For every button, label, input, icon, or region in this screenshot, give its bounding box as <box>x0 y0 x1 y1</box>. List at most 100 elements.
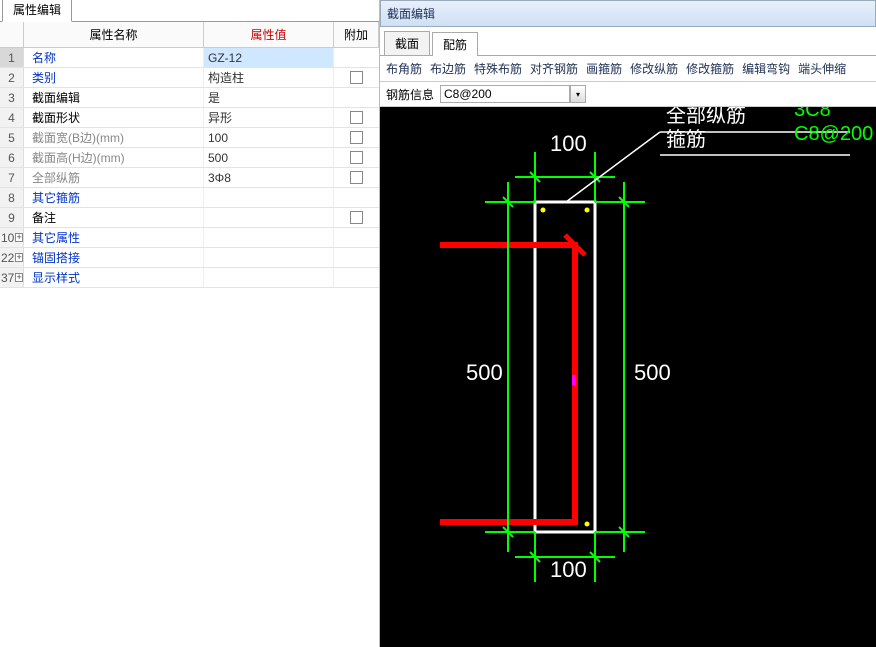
rebar-input-row: 钢筋信息 ▾ <box>380 82 876 107</box>
dim-top-text: 100 <box>550 131 587 157</box>
rebar-toolbar: 布角筋布边筋特殊布筋对齐钢筋画箍筋修改纵筋修改箍筋编辑弯钩端头伸缩 <box>380 56 876 82</box>
dim-bottom-text: 100 <box>550 557 587 583</box>
property-row[interactable]: 7全部纵筋3Φ8 <box>0 168 379 188</box>
add-checkbox[interactable] <box>350 171 363 184</box>
row-number: 6 <box>0 148 24 167</box>
property-value[interactable]: 是 <box>204 88 334 107</box>
property-value[interactable]: 异形 <box>204 108 334 127</box>
property-row[interactable]: 10+其它属性 <box>0 228 379 248</box>
toolbar-action[interactable]: 特殊布筋 <box>474 60 522 77</box>
add-checkbox[interactable] <box>350 111 363 124</box>
expand-icon[interactable]: + <box>15 253 23 262</box>
property-add-cell <box>334 131 379 144</box>
rebar-dot <box>585 208 590 213</box>
header-name: 属性名称 <box>24 22 204 47</box>
row-number: 5 <box>0 128 24 147</box>
dropdown-icon[interactable]: ▾ <box>570 85 586 103</box>
row-number: 22+ <box>0 248 24 267</box>
add-checkbox[interactable] <box>350 151 363 164</box>
property-row[interactable]: 3截面编辑是 <box>0 88 379 108</box>
expand-icon[interactable]: + <box>15 273 23 282</box>
section-tabs: 截面 配筋 <box>380 27 876 56</box>
rebar-input-label: 钢筋信息 <box>386 86 434 103</box>
property-name: 其它箍筋 <box>24 188 204 207</box>
property-value[interactable] <box>204 248 334 267</box>
header-num <box>0 22 24 47</box>
expand-icon[interactable]: + <box>15 233 23 242</box>
dim-left-text: 500 <box>466 360 503 386</box>
tab-rebar[interactable]: 配筋 <box>432 32 478 56</box>
rebar-dot <box>585 522 590 527</box>
property-name: 截面高(H边)(mm) <box>24 148 204 167</box>
property-add-cell <box>334 211 379 224</box>
property-value[interactable]: 构造柱 <box>204 68 334 87</box>
property-value[interactable]: GZ-12 <box>204 48 334 67</box>
property-name: 截面编辑 <box>24 88 204 107</box>
section-outline <box>535 202 595 532</box>
property-value[interactable] <box>204 228 334 247</box>
property-name: 名称 <box>24 48 204 67</box>
row-number: 7 <box>0 168 24 187</box>
tab-section[interactable]: 截面 <box>384 31 430 55</box>
grid-header: 属性名称 属性值 附加 <box>0 22 379 48</box>
property-name: 其它属性 <box>24 228 204 247</box>
property-row[interactable]: 22+锚固搭接 <box>0 248 379 268</box>
toolbar-action[interactable]: 布边筋 <box>430 60 466 77</box>
rebar-info-input[interactable] <box>440 85 570 103</box>
property-value[interactable] <box>204 208 334 227</box>
property-value[interactable]: 500 <box>204 148 334 167</box>
toolbar-action[interactable]: 修改纵筋 <box>630 60 678 77</box>
toolbar-action[interactable]: 对齐钢筋 <box>530 60 578 77</box>
property-name: 截面形状 <box>24 108 204 127</box>
property-value[interactable] <box>204 188 334 207</box>
property-row[interactable]: 37+显示样式 <box>0 268 379 288</box>
property-value[interactable]: 100 <box>204 128 334 147</box>
property-row[interactable]: 6截面高(H边)(mm)500 <box>0 148 379 168</box>
row-number: 4 <box>0 108 24 127</box>
property-add-cell <box>334 111 379 124</box>
property-add-cell <box>334 71 379 84</box>
property-row[interactable]: 5截面宽(B边)(mm)100 <box>0 128 379 148</box>
property-value[interactable] <box>204 268 334 287</box>
header-value: 属性值 <box>204 22 334 47</box>
section-edit-panel: 截面编辑 截面 配筋 布角筋布边筋特殊布筋对齐钢筋画箍筋修改纵筋修改箍筋编辑弯钩… <box>380 0 876 647</box>
center-marker <box>572 375 576 385</box>
property-name: 类别 <box>24 68 204 87</box>
row-number: 2 <box>0 68 24 87</box>
header-add: 附加 <box>334 22 379 47</box>
toolbar-action[interactable]: 修改箍筋 <box>686 60 734 77</box>
row-number: 8 <box>0 188 24 207</box>
tab-property-edit[interactable]: 属性编辑 <box>2 0 72 22</box>
add-checkbox[interactable] <box>350 211 363 224</box>
section-header: 截面编辑 <box>380 0 876 27</box>
ann-stirrup-label: 箍筋 <box>666 123 706 152</box>
left-tabbar: 属性编辑 <box>0 0 379 22</box>
property-row[interactable]: 9备注 <box>0 208 379 228</box>
property-name: 备注 <box>24 208 204 227</box>
row-number: 9 <box>0 208 24 227</box>
add-checkbox[interactable] <box>350 131 363 144</box>
property-name: 锚固搭接 <box>24 248 204 267</box>
row-number: 37+ <box>0 268 24 287</box>
property-row[interactable]: 4截面形状异形 <box>0 108 379 128</box>
property-row[interactable]: 2类别构造柱 <box>0 68 379 88</box>
property-row[interactable]: 8其它箍筋 <box>0 188 379 208</box>
toolbar-action[interactable]: 端头伸缩 <box>798 60 846 77</box>
property-name: 截面宽(B边)(mm) <box>24 128 204 147</box>
row-number: 3 <box>0 88 24 107</box>
property-add-cell <box>334 151 379 164</box>
rebar-dot <box>541 208 546 213</box>
property-name: 全部纵筋 <box>24 168 204 187</box>
toolbar-action[interactable]: 布角筋 <box>386 60 422 77</box>
property-panel: 属性编辑 属性名称 属性值 附加 1名称GZ-122类别构造柱3截面编辑是4截面… <box>0 0 380 647</box>
property-row[interactable]: 1名称GZ-12 <box>0 48 379 68</box>
property-value[interactable]: 3Φ8 <box>204 168 334 187</box>
section-svg <box>380 107 876 647</box>
section-canvas[interactable]: 100 100 500 500 全部纵筋 3C8 箍筋 C8@200 <box>380 107 876 647</box>
row-number: 1 <box>0 48 24 67</box>
row-number: 10+ <box>0 228 24 247</box>
grid-body: 1名称GZ-122类别构造柱3截面编辑是4截面形状异形5截面宽(B边)(mm)1… <box>0 48 379 647</box>
toolbar-action[interactable]: 画箍筋 <box>586 60 622 77</box>
add-checkbox[interactable] <box>350 71 363 84</box>
toolbar-action[interactable]: 编辑弯钩 <box>742 60 790 77</box>
